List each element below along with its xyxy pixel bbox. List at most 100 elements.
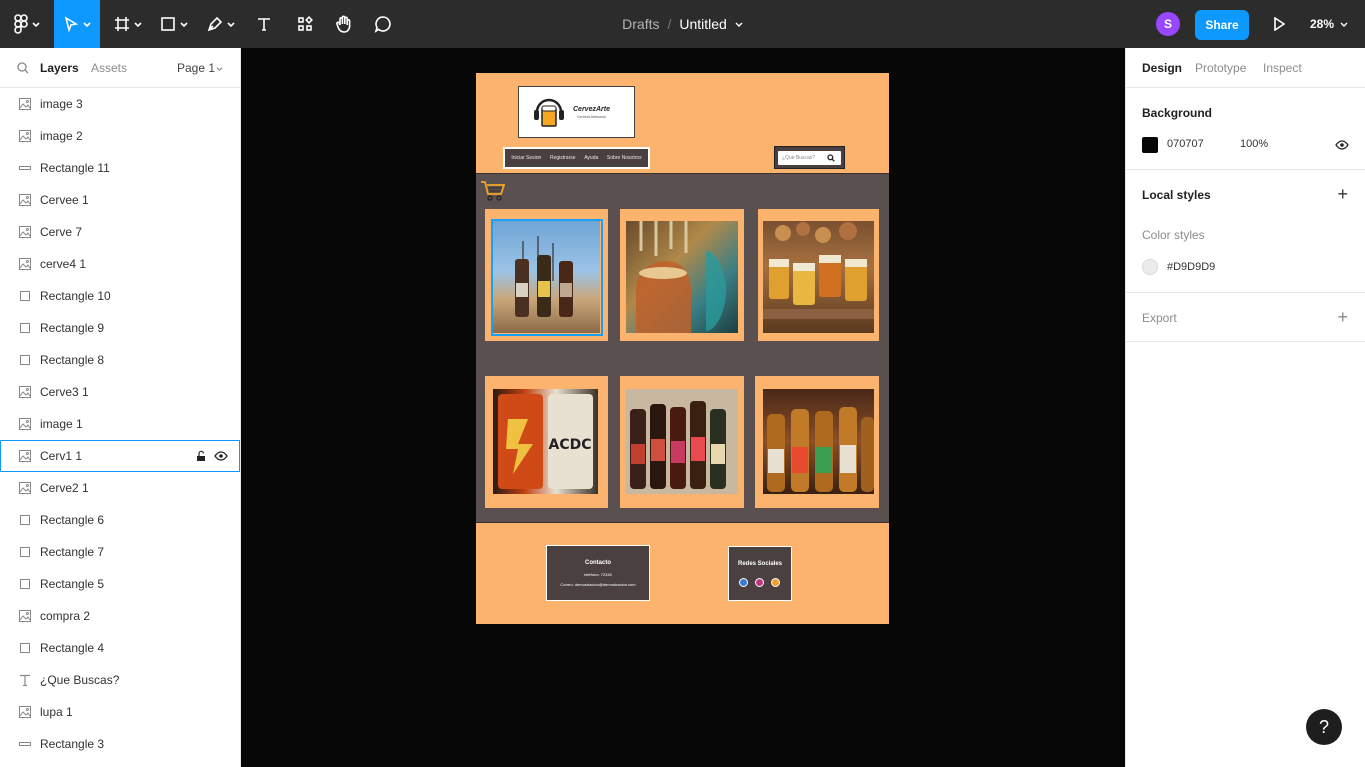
layer-row[interactable]: Rectangle 5 [0,568,240,600]
present-button[interactable] [1264,0,1294,48]
shape-tool-button[interactable] [154,0,194,48]
add-style-button[interactable]: + [1337,185,1348,203]
product-image-bottle-row[interactable] [626,389,738,494]
product-card[interactable] [620,376,744,508]
canvas[interactable]: CervezArte Cerveza Artesanal Iniciar Ses… [241,48,1125,767]
layer-row[interactable]: Cervee 1 [0,184,240,216]
layer-name: lupa 1 [40,705,73,719]
tab-layers[interactable]: Layers [40,61,79,75]
shopping-cart-icon[interactable] [480,180,506,202]
layer-row[interactable]: Cerve2 1 [0,472,240,504]
product-image-beer-tap[interactable] [626,221,738,333]
frame-footer[interactable]: Contacto telefono: 72345 Correo: demostr… [476,522,889,624]
frame-tool-button[interactable] [108,0,148,48]
eye-icon[interactable] [214,450,228,462]
tab-prototype[interactable]: Prototype [1195,61,1246,75]
chevron-down-icon[interactable] [735,20,743,28]
text-tool-button[interactable] [248,0,280,48]
local-styles-section: Local styles + Color styles #D9D9D9 [1126,170,1365,293]
tab-assets[interactable]: Assets [91,61,127,75]
layer-row[interactable]: Rectangle 6 [0,504,240,536]
nav-item-login[interactable]: Iniciar Sesion [511,155,541,161]
layer-row[interactable]: Cerv1 1 [0,440,240,472]
search-icon[interactable] [17,62,29,74]
color-styles-label: Color styles [1142,228,1205,242]
comment-icon [374,16,391,33]
background-label: Background [1142,106,1213,120]
product-card[interactable] [620,209,744,341]
avatar[interactable]: S [1156,12,1180,36]
chevron-down-icon[interactable] [216,65,223,72]
layer-row[interactable]: Rectangle 10 [0,280,240,312]
layer-row[interactable]: Rectangle 4 [0,632,240,664]
resources-tool-button[interactable] [288,0,322,48]
nav-item-about[interactable]: Sobre Nosotros [607,155,642,161]
background-swatch[interactable] [1142,137,1158,153]
frame-header[interactable]: CervezArte Cerveza Artesanal Iniciar Ses… [476,73,889,174]
layer-row[interactable]: Rectangle 9 [0,312,240,344]
hand-icon [336,15,351,33]
lupa-icon[interactable] [827,154,835,162]
product-image-beer-flight[interactable] [763,221,874,333]
layer-row[interactable]: compra 2 [0,600,240,632]
nav-bar[interactable]: Iniciar Sesion Registrarse Ayuda Sobre N… [503,147,650,169]
instagram-icon[interactable] [755,578,764,587]
photo-beer-flight [763,222,874,319]
hand-tool-button[interactable] [327,0,361,48]
layer-name: image 1 [40,417,83,431]
panel-tabs: Layers Assets Page 1 [0,48,240,88]
product-card[interactable] [755,376,879,508]
move-tool-button[interactable] [54,0,100,48]
logo-title: CervezArte [573,106,610,113]
color-style-swatch[interactable] [1142,259,1158,275]
add-export-button[interactable]: + [1337,308,1348,326]
chevron-down-icon [1340,22,1348,27]
layer-row[interactable]: Rectangle 7 [0,536,240,568]
background-opacity[interactable]: 100% [1240,138,1268,150]
background-hex[interactable]: 070707 [1167,138,1204,150]
layer-row[interactable]: Cerve3 1 [0,376,240,408]
facebook-icon[interactable] [739,578,748,587]
social-icon[interactable] [771,578,780,587]
product-card[interactable] [758,209,879,341]
logo-box[interactable]: CervezArte Cerveza Artesanal [518,86,635,138]
layer-row[interactable]: ¿Que Buscas? [0,664,240,696]
page-selector[interactable]: Page 1 [177,61,215,75]
layer-row[interactable]: image 1 [0,408,240,440]
product-image-craft-cans[interactable]: ACDC [493,389,598,494]
design-frame[interactable]: CervezArte Cerveza Artesanal Iniciar Ses… [476,73,889,624]
layer-row[interactable]: Rectangle 8 [0,344,240,376]
layer-row[interactable]: image 3 [0,88,240,120]
frame-icon [115,17,129,31]
color-style-name[interactable]: #D9D9D9 [1167,261,1215,273]
tab-inspect[interactable]: Inspect [1263,61,1302,75]
layer-row[interactable]: lupa 1 [0,696,240,728]
layer-row[interactable]: cerve4 1 [0,248,240,280]
help-button[interactable]: ? [1306,709,1342,745]
nav-item-register[interactable]: Registrarse [550,155,576,161]
layer-name: cerve4 1 [40,257,87,271]
pen-tool-button[interactable] [200,0,242,48]
photo-bottle-row [630,401,726,489]
search-box[interactable]: ¿Que Buscas? [774,146,845,169]
layer-row[interactable]: image 2 [0,120,240,152]
product-image-bottle-shelf[interactable] [763,389,874,494]
search-input[interactable]: ¿Que Buscas? [778,151,841,165]
unlock-icon[interactable] [195,450,207,462]
contact-box[interactable]: Contacto telefono: 72345 Correo: demostr… [546,545,650,601]
social-box[interactable]: Redes Sociales [728,546,792,601]
eye-icon[interactable] [1335,140,1349,150]
comment-tool-button[interactable] [366,0,400,48]
layer-row[interactable]: Rectangle 11 [0,152,240,184]
selection-outline [491,219,603,336]
file-name[interactable]: Untitled [679,16,726,32]
zoom-control[interactable]: 28% [1310,0,1348,48]
layer-row[interactable]: Cerve 7 [0,216,240,248]
layer-row[interactable]: Rectangle 3 [0,728,240,760]
share-button[interactable]: Share [1195,10,1249,40]
main-menu-button[interactable] [8,0,46,48]
tab-design[interactable]: Design [1142,61,1182,75]
nav-item-help[interactable]: Ayuda [584,155,598,161]
product-card[interactable]: ACDC [485,376,608,508]
breadcrumb-drafts[interactable]: Drafts [622,16,659,32]
